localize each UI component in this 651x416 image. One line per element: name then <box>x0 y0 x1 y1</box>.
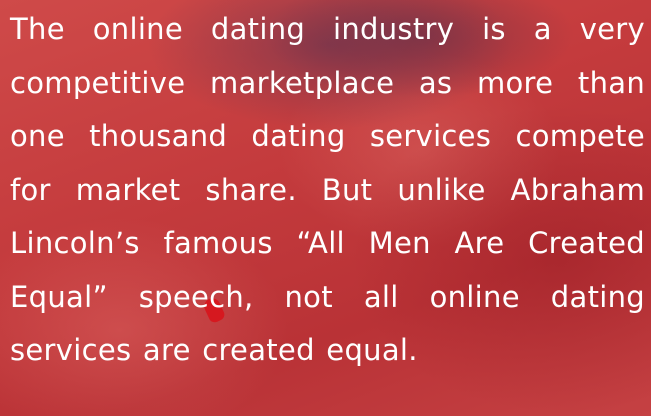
background-photo: The online dating industry is a very com… <box>0 0 651 416</box>
body-paragraph: The online dating industry is a very com… <box>10 12 645 367</box>
